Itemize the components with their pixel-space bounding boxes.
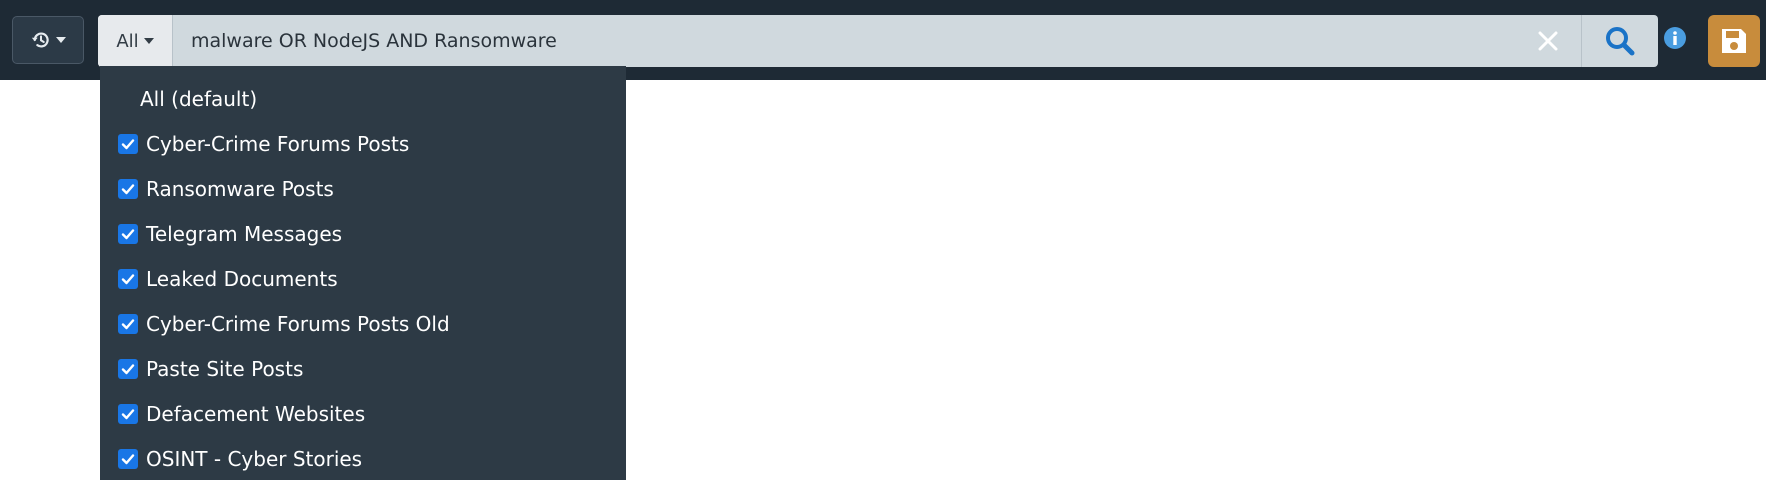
dropdown-item[interactable]: Leaked Documents — [100, 256, 626, 301]
dropdown-item-label: Defacement Websites — [146, 401, 366, 426]
scope-dropdown-button[interactable]: All — [98, 15, 173, 67]
dropdown-item-label: Telegram Messages — [146, 221, 343, 246]
search-button[interactable] — [1581, 15, 1658, 67]
scope-label: All — [116, 30, 139, 52]
search-icon — [1606, 27, 1635, 56]
checkbox-checked-icon[interactable] — [118, 178, 138, 199]
checkbox-checked-icon[interactable] — [118, 223, 138, 244]
search-history-button[interactable] — [12, 16, 84, 64]
dropdown-item[interactable]: OSINT - Cyber Stories — [100, 436, 626, 481]
scope-dropdown-menu: All (default) Cyber-Crime Forums Posts Ra… — [100, 66, 626, 480]
search-input[interactable] — [173, 15, 1515, 67]
checkbox-checked-icon[interactable] — [118, 358, 138, 379]
dropdown-item-label: Ransomware Posts — [146, 176, 334, 201]
checkbox-checked-icon[interactable] — [118, 403, 138, 424]
dropdown-item[interactable]: Cyber-Crime Forums Posts Old — [100, 301, 626, 346]
search-bar: All — [98, 15, 1658, 67]
dropdown-item[interactable]: Paste Site Posts — [100, 346, 626, 391]
dropdown-item-label: OSINT - Cyber Stories — [146, 446, 363, 471]
dropdown-item-all-default[interactable]: All (default) — [100, 76, 626, 121]
dropdown-item[interactable]: Telegram Messages — [100, 211, 626, 256]
save-button[interactable] — [1708, 15, 1760, 67]
checkbox-checked-icon[interactable] — [118, 268, 138, 289]
dropdown-item-label: Cyber-Crime Forums Posts Old — [146, 311, 450, 336]
dropdown-item-label: Leaked Documents — [146, 266, 338, 291]
checkbox-checked-icon[interactable] — [118, 313, 138, 334]
dropdown-item-label: All (default) — [140, 86, 258, 111]
save-icon — [1722, 29, 1746, 53]
checkbox-checked-icon[interactable] — [118, 448, 138, 469]
dropdown-item[interactable]: Defacement Websites — [100, 391, 626, 436]
dropdown-item-label: Cyber-Crime Forums Posts — [146, 131, 410, 156]
history-icon — [31, 32, 49, 48]
clear-search-button[interactable] — [1515, 15, 1581, 67]
dropdown-item-label: Paste Site Posts — [146, 356, 304, 381]
info-button[interactable] — [1663, 26, 1687, 50]
dropdown-item[interactable]: Cyber-Crime Forums Posts — [100, 121, 626, 166]
dropdown-item[interactable]: Ransomware Posts — [100, 166, 626, 211]
checkbox-checked-icon[interactable] — [118, 133, 138, 154]
chevron-down-icon — [56, 37, 66, 43]
close-icon — [1538, 31, 1558, 51]
chevron-down-icon — [143, 38, 154, 44]
dropdown-item-list: Cyber-Crime Forums Posts Ransomware Posts… — [100, 121, 626, 481]
info-icon — [1664, 27, 1686, 49]
